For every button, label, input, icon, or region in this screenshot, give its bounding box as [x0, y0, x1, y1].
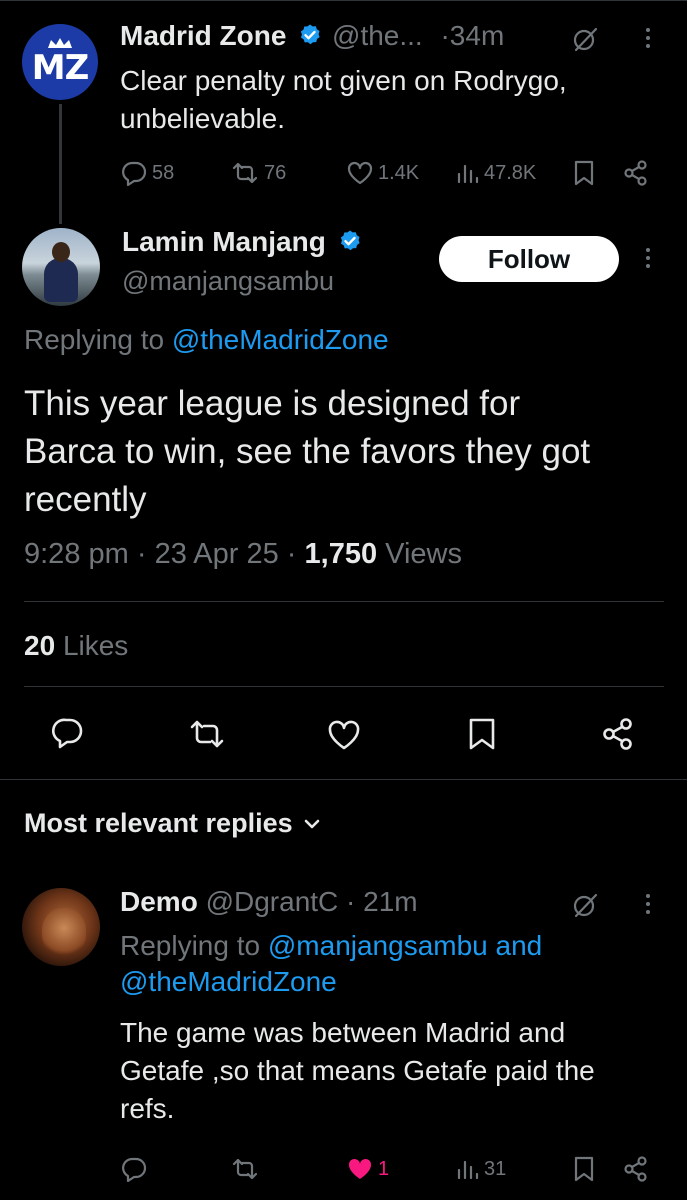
avatar[interactable] — [22, 228, 100, 306]
bookmark-icon[interactable] — [466, 716, 498, 752]
views-icon — [457, 1160, 479, 1180]
like-button[interactable]: 1.4K — [346, 160, 419, 186]
like-button[interactable]: 1 — [346, 1156, 389, 1182]
share-icon[interactable] — [622, 1155, 650, 1183]
avatar-logo-text: MZ — [31, 48, 90, 88]
parent-tweet[interactable]: MZ Madrid Zone @the... ·34m Clear penalt… — [0, 0, 687, 224]
tweet-time[interactable]: · 21m — [346, 886, 418, 917]
retweet-icon[interactable] — [230, 1156, 260, 1182]
reply-count: 58 — [152, 161, 175, 184]
likes-count: 20 — [24, 630, 56, 661]
verified-badge-icon — [340, 230, 360, 250]
more-options-icon[interactable] — [646, 28, 652, 52]
tweet-text: This year league is designed for Barca t… — [24, 384, 591, 519]
heart-filled-icon — [348, 1158, 372, 1179]
bookmark-icon[interactable] — [572, 159, 596, 187]
avatar-face — [42, 908, 86, 958]
like-count: 1 — [378, 1157, 390, 1180]
retweet-button[interactable]: 76 — [230, 160, 286, 186]
reply-tweet[interactable]: Demo @DgrantC · 21m Replying to @manjang… — [0, 870, 687, 1200]
author-handle[interactable]: @DgrantC — [206, 886, 339, 917]
grok-icon[interactable] — [570, 890, 600, 920]
tweet-time[interactable]: 9:28 pm — [24, 538, 129, 570]
author-header: Lamin Manjang — [122, 226, 362, 259]
views-label: Views — [385, 538, 462, 570]
avatar-head — [52, 242, 70, 262]
more-options-icon[interactable] — [646, 894, 652, 918]
replies-section-title: Most relevant replies — [24, 808, 293, 838]
parent-header: Madrid Zone @the... ·34m — [120, 20, 504, 53]
heart-icon[interactable] — [326, 718, 362, 752]
replies-sort-dropdown[interactable]: Most relevant replies — [24, 808, 321, 839]
tweet-text: The game was between Madrid and Getafe ,… — [120, 1017, 595, 1124]
mention-link[interactable]: @theMadridZone — [120, 966, 337, 997]
tweet-time[interactable]: ·34m — [440, 20, 504, 51]
chevron-down-icon — [304, 819, 319, 828]
more-options-icon[interactable] — [646, 248, 652, 272]
divider — [24, 601, 664, 602]
retweet-icon — [232, 162, 258, 184]
views-count: 47.8K — [484, 161, 537, 184]
avatar-person — [44, 258, 78, 302]
follow-button[interactable]: Follow — [439, 236, 619, 282]
reply-icon[interactable] — [120, 1156, 148, 1182]
avatar[interactable] — [22, 888, 100, 966]
divider — [24, 686, 664, 687]
mention-link[interactable]: @theMadridZone — [172, 324, 389, 355]
reply-icon[interactable] — [50, 716, 86, 750]
views-count: 1,750 — [304, 538, 378, 570]
views-button[interactable]: 47.8K — [456, 160, 536, 186]
likes-label: Likes — [62, 630, 129, 661]
tweet-meta: 9:28 pm · 23 Apr 25 · 1,750 Views — [24, 538, 462, 570]
views-count: 31 — [484, 1157, 507, 1180]
avatar[interactable]: MZ — [22, 24, 98, 100]
like-count: 1.4K — [378, 161, 420, 184]
author-name[interactable]: Lamin Manjang — [122, 226, 326, 257]
replying-to-line: Replying to @manjangsambu and @theMadrid… — [120, 930, 543, 997]
author-name[interactable]: Madrid Zone — [120, 20, 286, 51]
retweet-icon[interactable] — [187, 717, 227, 751]
grok-icon[interactable] — [570, 24, 600, 54]
mention-link[interactable]: @manjangsambu — [268, 930, 488, 961]
views-button[interactable]: 31 — [456, 1156, 506, 1182]
tweet-text: Clear penalty not given on Rodrygo, unbe… — [120, 65, 567, 134]
thread-line — [59, 104, 62, 224]
share-icon[interactable] — [600, 716, 636, 752]
section-divider — [0, 779, 687, 780]
bookmark-icon[interactable] — [572, 1155, 596, 1183]
reply-button[interactable]: 58 — [120, 160, 174, 186]
replying-to-line: Replying to @theMadridZone — [24, 324, 389, 355]
likes-summary[interactable]: 20 Likes — [24, 630, 128, 662]
share-icon[interactable] — [622, 159, 650, 187]
author-name[interactable]: Demo — [120, 886, 198, 917]
tweet-date[interactable]: 23 Apr 25 — [155, 538, 279, 570]
verified-badge-icon — [301, 24, 320, 44]
author-handle[interactable]: @the... — [332, 20, 423, 51]
retweet-count: 76 — [264, 161, 287, 184]
reply-icon — [122, 161, 147, 186]
reply-header: Demo @DgrantC · 21m — [120, 886, 418, 918]
main-tweet: Lamin Manjang @manjangsambu Replying to … — [0, 220, 687, 780]
views-icon — [457, 164, 479, 184]
heart-icon — [347, 161, 373, 185]
top-divider — [0, 0, 687, 1]
author-handle[interactable]: @manjangsambu — [122, 266, 334, 297]
